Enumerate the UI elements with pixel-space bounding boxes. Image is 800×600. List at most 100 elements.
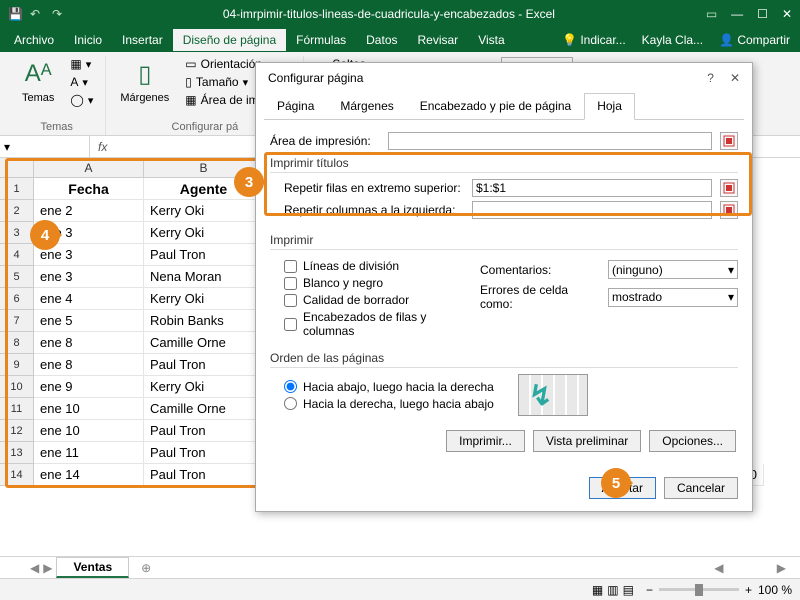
sheet-tab-ventas[interactable]: Ventas bbox=[56, 557, 129, 578]
zoom-level[interactable]: 100 % bbox=[758, 583, 792, 597]
row-header[interactable]: 12 bbox=[0, 420, 34, 442]
themes-button[interactable]: Aᴬ Temas bbox=[18, 56, 58, 106]
name-box[interactable]: ▾ bbox=[0, 136, 90, 157]
cell[interactable]: Fecha bbox=[34, 178, 144, 200]
row-header[interactable]: 1 bbox=[0, 178, 34, 200]
cell[interactable]: ene 10 bbox=[34, 398, 144, 420]
collapse-dialog-button[interactable] bbox=[720, 132, 738, 150]
redo-icon[interactable]: ↷ bbox=[52, 7, 66, 21]
user-account[interactable]: Kayla Cla... bbox=[636, 29, 709, 51]
row-header[interactable]: 5 bbox=[0, 266, 34, 288]
tab-revisar[interactable]: Revisar bbox=[408, 29, 469, 51]
effects-button[interactable]: ◯▾ bbox=[68, 92, 95, 108]
tab-archivo[interactable]: Archivo bbox=[4, 29, 64, 51]
sheet-scroll[interactable]: ◀ ▶ bbox=[714, 561, 786, 575]
cell[interactable]: Nena Moran bbox=[144, 266, 264, 288]
cell[interactable]: ene 11 bbox=[34, 442, 144, 464]
cell[interactable]: ene 8 bbox=[34, 332, 144, 354]
row-header[interactable]: 13 bbox=[0, 442, 34, 464]
repeat-cols-input[interactable] bbox=[472, 201, 712, 219]
row-header[interactable]: 4 bbox=[0, 244, 34, 266]
row-header[interactable]: 2 bbox=[0, 200, 34, 222]
page-break-view-icon[interactable]: ▤ bbox=[623, 583, 634, 597]
cell[interactable]: ene 2 bbox=[34, 200, 144, 222]
cell[interactable]: ene 10 bbox=[34, 420, 144, 442]
col-header-a[interactable]: A bbox=[34, 158, 144, 178]
cell[interactable]: ene 8 bbox=[34, 354, 144, 376]
minimize-button[interactable]: — bbox=[731, 7, 743, 21]
zoom-in-button[interactable]: + bbox=[745, 583, 752, 597]
dialog-tab-margenes[interactable]: Márgenes bbox=[327, 93, 406, 119]
cancel-button[interactable]: Cancelar bbox=[664, 477, 738, 499]
close-button[interactable]: ✕ bbox=[782, 7, 792, 21]
fx-icon[interactable]: fx bbox=[90, 140, 115, 154]
tell-me[interactable]: 💡 Indicar... bbox=[556, 29, 632, 51]
cell[interactable]: ene 9 bbox=[34, 376, 144, 398]
dialog-help-button[interactable]: ? bbox=[707, 71, 714, 85]
cell[interactable]: Kerry Oki bbox=[144, 288, 264, 310]
cell[interactable]: Robin Banks bbox=[144, 310, 264, 332]
row-header[interactable]: 3 bbox=[0, 222, 34, 244]
cell[interactable]: Camille Orne bbox=[144, 398, 264, 420]
options-button[interactable]: Opciones... bbox=[649, 430, 736, 452]
tab-datos[interactable]: Datos bbox=[356, 29, 407, 51]
comments-select[interactable]: (ninguno)▾ bbox=[608, 260, 738, 279]
cell[interactable]: Kerry Oki bbox=[144, 222, 264, 244]
dialog-tab-hoja[interactable]: Hoja bbox=[584, 93, 635, 120]
new-sheet-button[interactable]: ⊕ bbox=[133, 559, 159, 577]
cell[interactable]: Paul Tron bbox=[144, 464, 264, 486]
zoom-out-button[interactable]: − bbox=[646, 583, 653, 597]
normal-view-icon[interactable]: ▦ bbox=[592, 583, 603, 597]
draft-checkbox[interactable] bbox=[284, 294, 297, 307]
row-header[interactable]: 14 bbox=[0, 464, 34, 486]
cell[interactable]: Paul Tron bbox=[144, 420, 264, 442]
print-button[interactable]: Imprimir... bbox=[446, 430, 525, 452]
cell[interactable]: ene 4 bbox=[34, 288, 144, 310]
cell[interactable]: Paul Tron bbox=[144, 442, 264, 464]
row-header[interactable]: 6 bbox=[0, 288, 34, 310]
cell[interactable]: Paul Tron bbox=[144, 244, 264, 266]
cell[interactable]: Camille Orne bbox=[144, 332, 264, 354]
sheet-nav-prev[interactable]: ◀ bbox=[30, 561, 39, 575]
collapse-dialog-button[interactable] bbox=[720, 179, 738, 197]
collapse-dialog-button[interactable] bbox=[720, 201, 738, 219]
tab-formulas[interactable]: Fórmulas bbox=[286, 29, 356, 51]
save-icon[interactable]: 💾 bbox=[8, 7, 22, 21]
errors-select[interactable]: mostrado▾ bbox=[608, 288, 738, 307]
cell[interactable]: Kerry Oki bbox=[144, 200, 264, 222]
zoom-slider[interactable] bbox=[659, 588, 739, 591]
dialog-tab-pagina[interactable]: Página bbox=[264, 93, 327, 119]
sheet-nav-next[interactable]: ▶ bbox=[43, 561, 52, 575]
ribbon-options-icon[interactable]: ▭ bbox=[706, 7, 717, 21]
gridlines-checkbox[interactable] bbox=[284, 260, 297, 273]
over-down-radio[interactable] bbox=[284, 397, 297, 410]
fonts-button[interactable]: A▾ bbox=[68, 74, 95, 90]
cell[interactable]: ene 5 bbox=[34, 310, 144, 332]
share-button[interactable]: 👤 Compartir bbox=[713, 29, 796, 51]
down-over-radio[interactable] bbox=[284, 380, 297, 393]
preview-button[interactable]: Vista preliminar bbox=[533, 430, 641, 452]
tab-insertar[interactable]: Insertar bbox=[112, 29, 173, 51]
row-header[interactable]: 7 bbox=[0, 310, 34, 332]
repeat-rows-input[interactable] bbox=[472, 179, 712, 197]
tab-inicio[interactable]: Inicio bbox=[64, 29, 112, 51]
dialog-close-button[interactable]: ✕ bbox=[730, 71, 740, 85]
select-all-corner[interactable] bbox=[0, 158, 34, 178]
maximize-button[interactable]: ☐ bbox=[757, 7, 768, 21]
tab-vista[interactable]: Vista bbox=[468, 29, 514, 51]
row-header[interactable]: 9 bbox=[0, 354, 34, 376]
page-layout-view-icon[interactable]: ▥ bbox=[607, 583, 618, 597]
colors-button[interactable]: ▦▾ bbox=[68, 56, 95, 72]
cell[interactable]: Kerry Oki bbox=[144, 376, 264, 398]
dialog-tab-encabezado[interactable]: Encabezado y pie de página bbox=[407, 93, 584, 119]
cell[interactable]: ene 3 bbox=[34, 266, 144, 288]
cell[interactable]: ene 14 bbox=[34, 464, 144, 486]
bw-checkbox[interactable] bbox=[284, 277, 297, 290]
tab-diseno-pagina[interactable]: Diseño de página bbox=[173, 29, 286, 51]
rowcol-headers-checkbox[interactable] bbox=[284, 318, 297, 331]
cell[interactable]: Paul Tron bbox=[144, 354, 264, 376]
row-header[interactable]: 10 bbox=[0, 376, 34, 398]
print-area-input[interactable] bbox=[388, 132, 712, 150]
undo-icon[interactable]: ↶ bbox=[30, 7, 44, 21]
row-header[interactable]: 8 bbox=[0, 332, 34, 354]
